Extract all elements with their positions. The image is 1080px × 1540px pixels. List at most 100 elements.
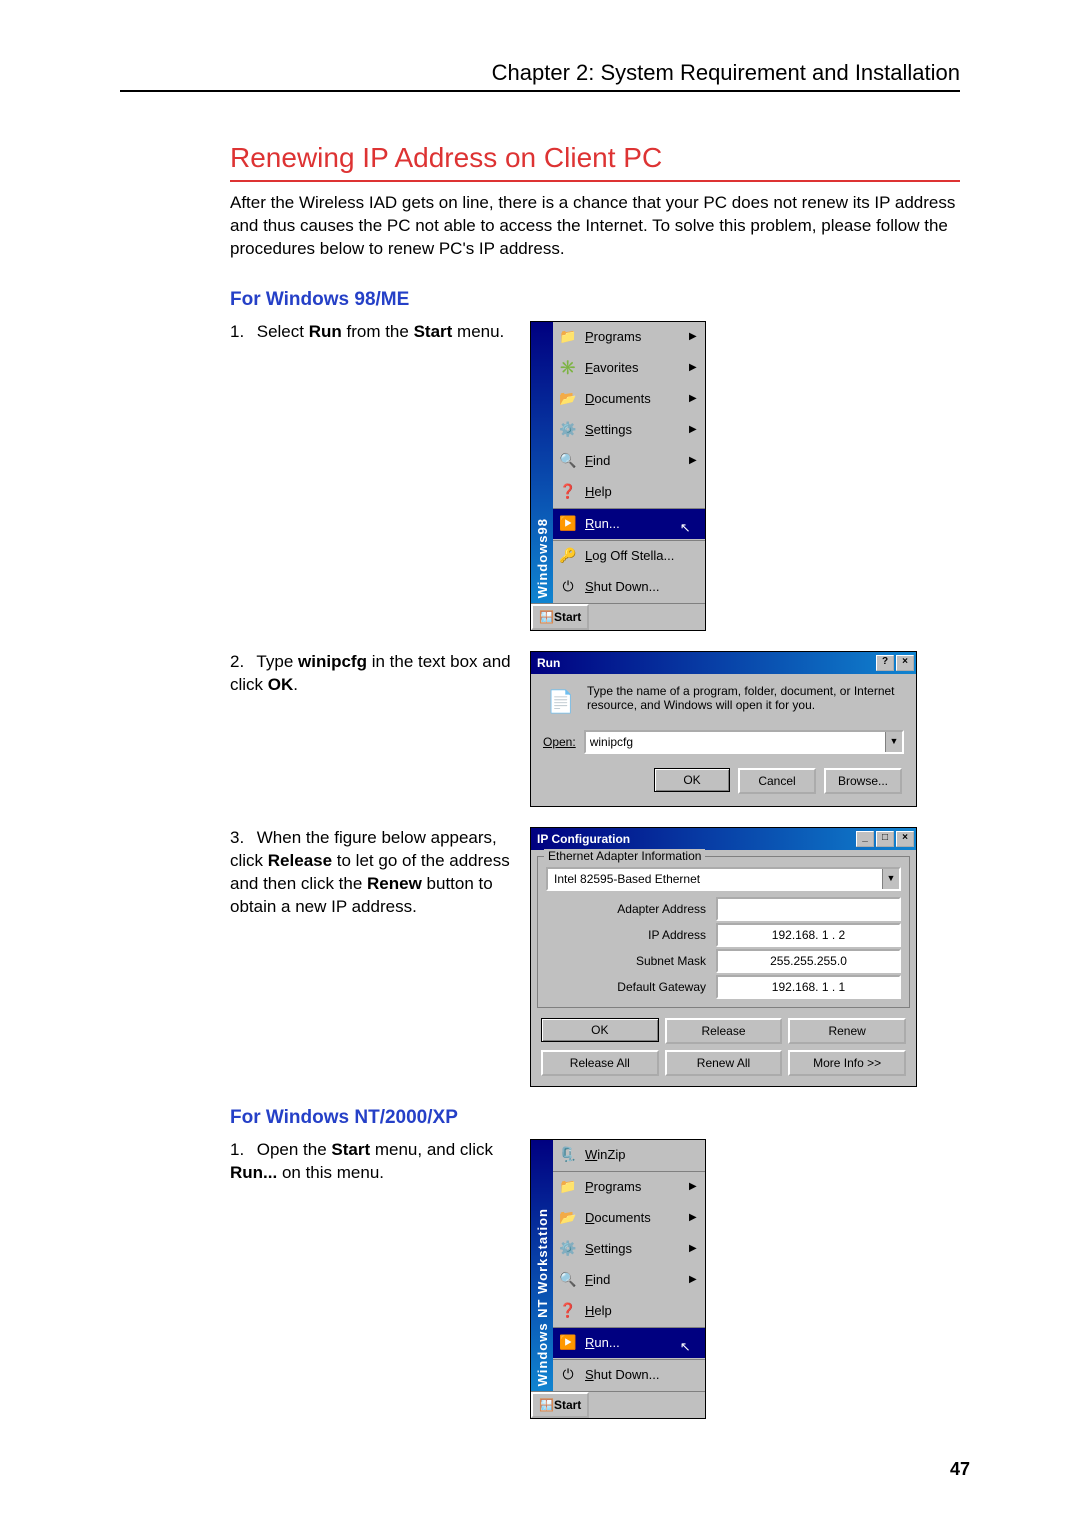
open-label: Open: [543,735,576,749]
menu-item-icon: ❓ [557,481,579,503]
ok-button[interactable]: OK [541,1018,659,1042]
menu-item-icon: ⚙️ [557,419,579,441]
default-gateway-value: 192.168. 1 . 1 [718,980,899,994]
menu-item-icon: ▶️ [557,513,579,535]
menu-item-label: Find [585,453,675,468]
adapter-address-label: Adapter Address [546,902,716,916]
menu-item-icon: 📂 [557,388,579,410]
cursor-icon: ↖ [680,1339,691,1355]
menu-item[interactable]: ❓ Help [553,1296,705,1327]
submenu-arrow-icon: ▶ [689,424,697,435]
menu-item-label: Help [585,484,697,499]
renew-button[interactable]: Renew [788,1018,906,1044]
menu-item[interactable]: 📂 Documents ▶ [553,1203,705,1234]
menu-item-icon: 🔑 [557,545,579,567]
menu-item-label: Documents [585,1210,675,1225]
dropdown-arrow-icon[interactable]: ▼ [882,869,899,889]
maximize-button[interactable]: □ [876,831,894,847]
menu-item[interactable]: ⏻ Shut Down... [553,1359,705,1391]
submenu-arrow-icon: ▶ [689,1181,697,1192]
menu-item-label: Help [585,1303,697,1318]
menu-item[interactable]: ⏻ Shut Down... [553,572,705,603]
chapter-header: Chapter 2: System Requirement and Instal… [120,60,960,86]
start-button[interactable]: 🪟 Start [531,1392,589,1418]
menu-item-icon: ⏻ [557,576,579,598]
menu-item-label: Programs [585,1179,675,1194]
start-menu-banner: Windows98 [531,322,553,603]
ipcfg-title: IP Configuration [537,832,630,846]
run-dialog: Run ? × 📄 Type the name of a program, fo… [530,651,917,807]
subnet-mask-label: Subnet Mask [546,954,716,968]
page-title: Renewing IP Address on Client PC [230,142,960,182]
menu-item[interactable]: ▶️ Run...↖ [553,508,705,540]
ok-button[interactable]: OK [654,768,730,792]
menu-item-label: Favorites [585,360,675,375]
menu-item-label: Programs [585,329,675,344]
submenu-arrow-icon: ▶ [689,455,697,466]
menu-item-label: Shut Down... [585,579,697,594]
menu-item-label: Log Off Stella... [585,548,697,563]
submenu-arrow-icon: ▶ [689,331,697,342]
menu-item-label: Documents [585,391,675,406]
close-button[interactable]: × [896,831,914,847]
menu-item-icon: 📁 [557,326,579,348]
winnt-start-menu: Windows NT Workstation 🗜️WinZip 📁 Programs… [530,1139,706,1419]
start-button[interactable]: 🪟 Start [531,604,589,630]
submenu-arrow-icon: ▶ [689,393,697,404]
adapter-select[interactable]: Intel 82595-Based Ethernet [548,872,882,886]
menu-item-label: Settings [585,1241,675,1256]
default-gateway-label: Default Gateway [546,980,716,994]
menu-item[interactable]: 📂 Documents ▶ [553,384,705,415]
close-button[interactable]: × [896,655,914,671]
minimize-button[interactable]: _ [856,831,874,847]
menu-item-icon: 📂 [557,1207,579,1229]
run-title: Run [537,656,560,670]
menu-item[interactable]: ✳️ Favorites ▶ [553,353,705,384]
menu-item[interactable]: 📁 Programs ▶ [553,1171,705,1203]
renew-all-button[interactable]: Renew All [665,1050,783,1076]
menu-item-label: Run... [585,1335,686,1350]
run-message: Type the name of a program, folder, docu… [587,684,904,713]
menu-item-icon: ⏻ [557,1364,579,1386]
step-2-text: 2. Type winipcfg in the text box and cli… [230,651,530,697]
cursor-icon: ↖ [680,520,691,536]
dropdown-arrow-icon[interactable]: ▼ [885,732,902,752]
menu-item[interactable]: 📁 Programs ▶ [553,322,705,353]
section-winnt: For Windows NT/2000/XP [230,1107,960,1129]
menu-item[interactable]: 🗜️WinZip [553,1140,705,1171]
menu-item-icon: ✳️ [557,357,579,379]
submenu-arrow-icon: ▶ [689,1274,697,1285]
menu-item-icon: ⚙️ [557,1238,579,1260]
menu-item-icon: 🔍 [557,450,579,472]
open-input[interactable] [586,732,885,752]
menu-item-icon: 📁 [557,1176,579,1198]
start-menu-banner: Windows NT Workstation [531,1140,553,1391]
step-1-text: 1. Select Run from the Start menu. [230,321,530,344]
menu-item[interactable]: 🔍Find▶ [553,1265,705,1296]
menu-item[interactable]: ❓ Help [553,477,705,508]
menu-item[interactable]: ⚙️ Settings ▶ [553,1234,705,1265]
menu-item-label: Shut Down... [585,1367,697,1382]
help-button[interactable]: ? [876,655,894,671]
menu-item-label: Settings [585,422,675,437]
ip-config-window: IP Configuration _ □ × Ethernet Adapter … [530,827,917,1087]
menu-item[interactable]: ▶️Run...↖ [553,1327,705,1359]
browse-button[interactable]: Browse... [824,768,902,794]
menu-item-icon: ❓ [557,1300,579,1322]
step-3-text: 3. When the figure below appears, click … [230,827,530,919]
more-info-button[interactable]: More Info >> [788,1050,906,1076]
ip-address-value: 192.168. 1 . 2 [718,928,899,942]
menu-item[interactable]: ⚙️ Settings ▶ [553,415,705,446]
release-all-button[interactable]: Release All [541,1050,659,1076]
menu-item-icon: 🗜️ [557,1144,579,1166]
cancel-button[interactable]: Cancel [738,768,816,794]
adapter-legend: Ethernet Adapter Information [544,849,705,863]
win98-start-menu: Windows98 📁 Programs ▶ ✳️ Favorites ▶ 📂 Documen… [530,321,706,631]
menu-item-label: Run... [585,516,686,531]
submenu-arrow-icon: ▶ [689,362,697,373]
menu-item[interactable]: 🔍 Find ▶ [553,446,705,477]
release-button[interactable]: Release [665,1018,783,1044]
menu-item[interactable]: 🔑 Log Off Stella... [553,540,705,572]
submenu-arrow-icon: ▶ [689,1243,697,1254]
submenu-arrow-icon: ▶ [689,1212,697,1223]
